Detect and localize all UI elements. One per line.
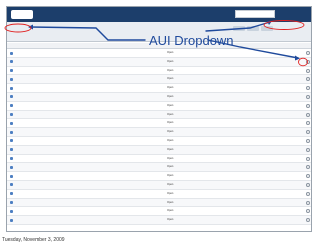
row-actions-dropdown-icon[interactable] <box>306 165 310 170</box>
view-tab[interactable] <box>247 26 259 31</box>
annotation-label: AUI Dropdown <box>149 33 234 48</box>
issue-status: Open <box>167 59 174 63</box>
row-actions-dropdown-icon[interactable] <box>306 59 310 64</box>
issue-status: Open <box>167 191 174 195</box>
issue-type-icon <box>10 86 13 90</box>
issue-type-icon <box>10 139 13 143</box>
row-actions-dropdown-icon[interactable] <box>306 209 310 214</box>
issue-row[interactable]: Open <box>7 57 311 67</box>
row-actions-dropdown-icon[interactable] <box>306 218 310 223</box>
issue-row[interactable]: Open <box>7 92 311 102</box>
issue-row[interactable]: Open <box>7 101 311 111</box>
issue-row[interactable]: Open <box>7 128 311 137</box>
issue-type-icon <box>10 95 13 99</box>
issue-status: Open <box>167 200 174 204</box>
issue-status: Open <box>167 68 174 72</box>
issue-row[interactable]: Open <box>7 84 311 93</box>
issue-status: Open <box>167 174 174 178</box>
issue-type-icon <box>10 201 13 205</box>
issue-status: Open <box>167 51 174 54</box>
row-actions-dropdown-icon[interactable] <box>306 191 310 196</box>
row-actions-dropdown-icon[interactable] <box>306 112 310 117</box>
issue-row[interactable]: Open <box>7 198 311 208</box>
issue-row[interactable]: Open <box>7 66 311 76</box>
issue-type-icon <box>10 51 13 55</box>
issue-status: Open <box>167 138 174 142</box>
issue-status: Open <box>167 209 174 213</box>
issue-status: Open <box>167 121 174 125</box>
issue-status: Open <box>167 94 174 98</box>
issue-type-icon <box>10 113 13 117</box>
issue-row[interactable]: Open <box>7 207 311 217</box>
issue-status: Open <box>167 103 174 107</box>
issue-type-icon <box>10 104 13 108</box>
issue-status: Open <box>167 86 174 90</box>
row-actions-dropdown-icon[interactable] <box>306 130 310 135</box>
row-actions-dropdown-icon[interactable] <box>306 94 310 99</box>
issue-type-icon <box>10 218 13 222</box>
issue-row[interactable]: Open <box>7 154 311 164</box>
issue-type-icon <box>10 121 13 125</box>
issue-type-icon <box>10 69 13 73</box>
row-actions-dropdown-icon[interactable] <box>306 200 310 205</box>
issue-status: Open <box>167 218 174 222</box>
issue-type-icon <box>10 130 13 134</box>
issue-row[interactable]: Open <box>7 145 311 155</box>
issue-status: Open <box>167 156 174 160</box>
issue-status: Open <box>167 112 174 116</box>
issue-row[interactable]: Open <box>7 172 311 181</box>
issue-table-body: Open Open Open Open Open Open Open Open Open Open… <box>7 49 311 225</box>
issue-type-icon <box>10 209 13 213</box>
issue-row[interactable]: Open <box>7 180 311 190</box>
slide: Open Open Open Open Open Open Open Open Open Open… <box>0 0 320 246</box>
row-actions-dropdown-icon[interactable] <box>306 68 310 73</box>
row-actions-dropdown-icon[interactable] <box>306 77 310 82</box>
row-actions-dropdown-icon[interactable] <box>306 86 310 91</box>
row-actions-dropdown-icon[interactable] <box>306 51 310 55</box>
issue-row[interactable]: Open <box>7 163 311 173</box>
view-tab[interactable] <box>261 26 273 31</box>
issue-row[interactable]: Open <box>7 189 311 199</box>
issue-type-icon <box>10 165 13 169</box>
issue-status: Open <box>167 182 174 186</box>
view-tabs <box>233 26 273 31</box>
row-actions-dropdown-icon[interactable] <box>306 147 310 152</box>
issue-type-icon <box>10 148 13 152</box>
issue-type-icon <box>10 77 13 81</box>
issue-type-icon <box>10 174 13 178</box>
issue-type-icon <box>10 183 13 187</box>
issue-row[interactable]: Open <box>7 216 311 225</box>
issue-type-icon <box>10 192 13 196</box>
quick-search-input[interactable] <box>235 10 275 18</box>
issue-row[interactable]: Open <box>7 49 311 58</box>
product-logo <box>11 10 33 19</box>
top-navigation-bar <box>7 7 311 22</box>
issue-row[interactable]: Open <box>7 136 311 146</box>
row-actions-dropdown-icon[interactable] <box>306 138 310 143</box>
issue-status: Open <box>167 147 174 151</box>
row-actions-dropdown-icon[interactable] <box>306 156 310 161</box>
row-actions-dropdown-icon[interactable] <box>306 174 310 179</box>
issue-type-icon <box>10 157 13 161</box>
issue-type-icon <box>10 60 13 64</box>
issue-row[interactable]: Open <box>7 75 311 85</box>
row-actions-dropdown-icon[interactable] <box>306 103 310 108</box>
issue-status: Open <box>167 165 174 169</box>
issue-status: Open <box>167 77 174 81</box>
slide-caption: Tuesday, November 3, 2009 <box>2 237 65 243</box>
row-actions-dropdown-icon[interactable] <box>306 121 310 126</box>
issue-status: Open <box>167 130 174 134</box>
view-tab[interactable] <box>233 26 245 31</box>
issue-row[interactable]: Open <box>7 110 311 120</box>
issue-row[interactable]: Open <box>7 119 311 129</box>
row-actions-dropdown-icon[interactable] <box>306 182 310 187</box>
